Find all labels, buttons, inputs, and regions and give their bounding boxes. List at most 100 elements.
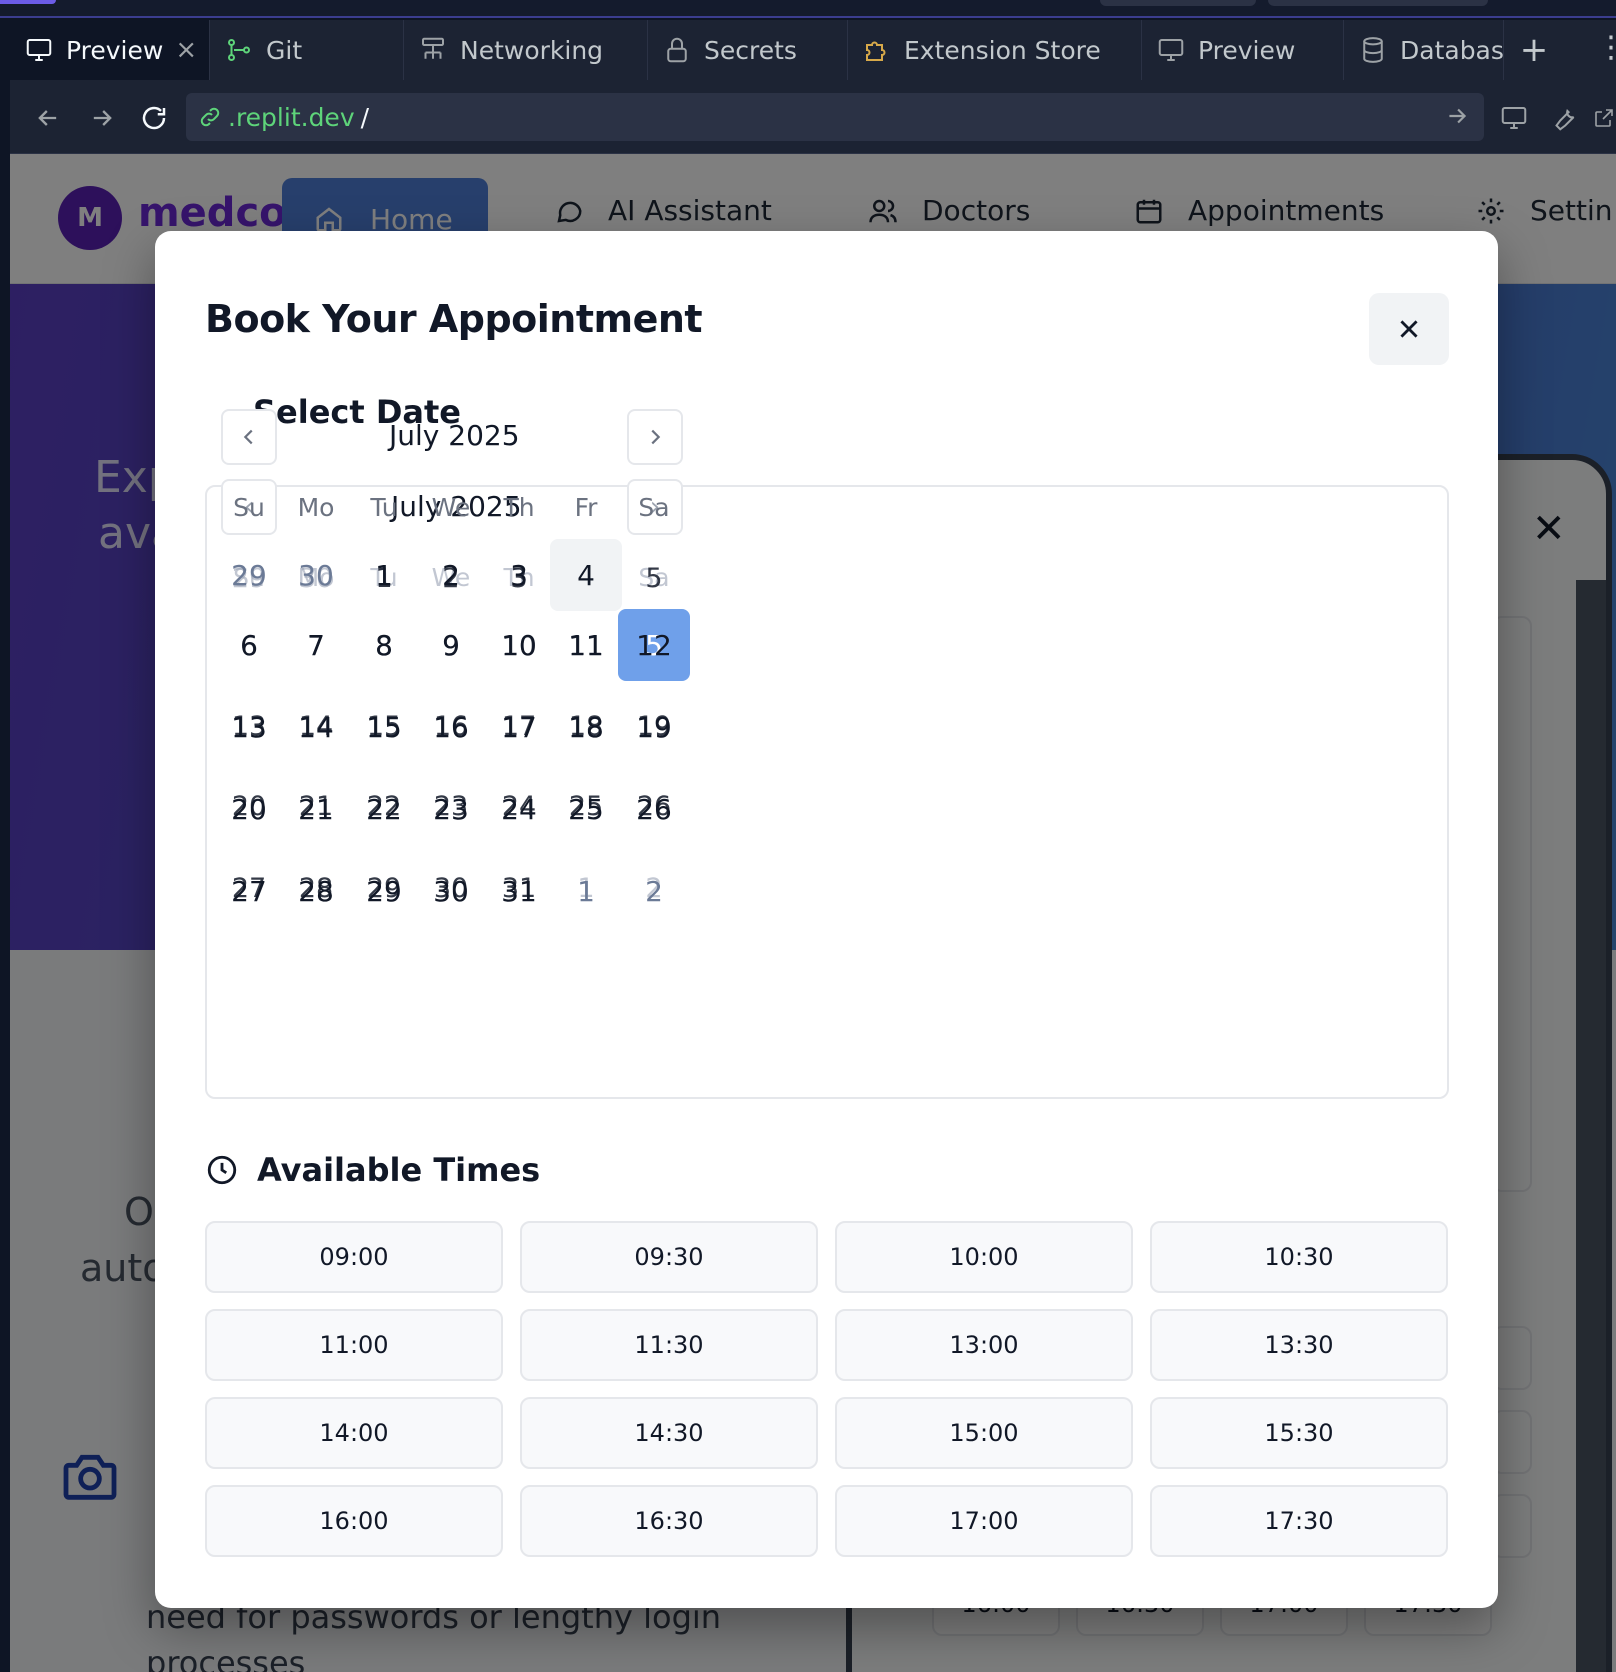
close-button[interactable] xyxy=(1369,293,1449,365)
calendar-day[interactable]: 15 xyxy=(348,691,420,763)
weekday-label: We xyxy=(431,493,471,522)
monitor-icon xyxy=(26,39,52,61)
time-slot-button[interactable]: 09:00 xyxy=(205,1221,503,1293)
calendar-day[interactable]: 23 xyxy=(415,773,487,845)
modal-title: Book Your Appointment xyxy=(205,297,703,341)
more-menu-icon[interactable]: ⋮ xyxy=(1596,30,1616,70)
calendar-day-ghost: 5 xyxy=(645,563,663,594)
time-slot-button[interactable]: 13:00 xyxy=(835,1309,1133,1381)
times-heading-label: Available Times xyxy=(257,1151,541,1189)
calendar-day[interactable]: 24 xyxy=(483,773,555,845)
close-icon xyxy=(1400,320,1418,338)
prev-month-button[interactable] xyxy=(221,409,277,465)
wrench-icon xyxy=(1555,108,1575,131)
calendar-day[interactable]: 17 xyxy=(483,691,555,763)
tab-database[interactable]: Database xyxy=(1344,20,1504,80)
clock-icon xyxy=(207,1155,237,1185)
calendar-day[interactable]: 2 xyxy=(618,855,690,927)
next-month-button[interactable] xyxy=(627,409,683,465)
calendar-day[interactable]: 1 xyxy=(348,539,420,611)
calendar-day[interactable]: 8 xyxy=(348,609,420,681)
calendar-day[interactable]: 9 xyxy=(415,609,487,681)
time-slot-button[interactable]: 14:30 xyxy=(520,1397,818,1469)
lock-icon xyxy=(667,37,687,63)
calendar-day[interactable]: 30 xyxy=(280,539,352,611)
time-slot-button[interactable]: 10:00 xyxy=(835,1221,1133,1293)
calendar-day[interactable]: 11 xyxy=(550,609,622,681)
time-slot-button[interactable]: 16:30 xyxy=(520,1485,818,1557)
add-tab-button[interactable]: + xyxy=(1516,30,1552,70)
tab-label: Networking xyxy=(460,35,604,65)
time-slot-button[interactable]: 14:00 xyxy=(205,1397,503,1469)
time-slot-button[interactable]: 11:00 xyxy=(205,1309,503,1381)
time-slot-button[interactable]: 15:30 xyxy=(1150,1397,1448,1469)
window-top-strip xyxy=(0,0,1616,18)
calendar-day[interactable]: 28 xyxy=(280,855,352,927)
weekday-label: Fr xyxy=(574,493,598,522)
calendar-day[interactable]: 3 xyxy=(483,539,555,611)
time-slot-button[interactable]: 17:00 xyxy=(835,1485,1133,1557)
top-pill xyxy=(1268,0,1488,6)
tab-preview[interactable]: Preview × xyxy=(10,20,210,80)
calendar-day[interactable]: 4 xyxy=(550,539,622,611)
tab-label: Git xyxy=(266,35,303,65)
tab-secrets[interactable]: Secrets xyxy=(648,20,848,80)
calendar-day[interactable]: 25 xyxy=(550,773,622,845)
time-slot-button[interactable]: 17:30 xyxy=(1150,1485,1448,1557)
go-arrow-icon[interactable] xyxy=(1444,103,1470,129)
url-host: .replit.dev xyxy=(228,102,355,132)
calendar-day[interactable]: 21 xyxy=(280,773,352,845)
calendar-day[interactable]: 18 xyxy=(550,691,622,763)
calendar-day[interactable]: 16 xyxy=(415,691,487,763)
calendar-day[interactable]: 12 xyxy=(618,609,690,681)
calendar-day[interactable]: 13 xyxy=(213,691,285,763)
calendar-day[interactable]: 19 xyxy=(618,691,690,763)
calendar-day[interactable]: 29 xyxy=(348,855,420,927)
calendar-day[interactable]: 20 xyxy=(213,773,285,845)
time-slot-button[interactable]: 16:00 xyxy=(205,1485,503,1557)
time-slot-button[interactable]: 15:00 xyxy=(835,1397,1133,1469)
forward-button[interactable] xyxy=(82,98,122,138)
calendar-day[interactable]: 29 xyxy=(213,539,285,611)
calendar-day[interactable]: 22 xyxy=(348,773,420,845)
accent-bar xyxy=(0,0,56,4)
tab-label: Preview xyxy=(1198,35,1296,65)
tab-label: Extension Store xyxy=(904,35,1101,65)
open-new-window-button[interactable] xyxy=(1592,98,1616,138)
url-input[interactable]: .replit.dev / xyxy=(186,93,1484,141)
calendar-day[interactable]: 27 xyxy=(213,855,285,927)
tab-label: Database xyxy=(1400,35,1504,65)
calendar-day[interactable]: 2 xyxy=(415,539,487,611)
weekday-label: Su xyxy=(233,493,265,522)
arrow-left-icon xyxy=(38,110,57,126)
calendar-day[interactable]: 10 xyxy=(483,609,555,681)
devtools-button[interactable] xyxy=(1544,98,1584,138)
calendar-day[interactable]: 6 xyxy=(213,609,285,681)
calendar-day[interactable]: 31 xyxy=(483,855,555,927)
back-button[interactable] xyxy=(28,98,68,138)
monitor-icon xyxy=(1158,39,1184,61)
reload-button[interactable] xyxy=(134,98,174,138)
calendar-day[interactable]: 14 xyxy=(280,691,352,763)
monitor-icon xyxy=(1501,107,1527,129)
calendar-month-label: July 2025 xyxy=(389,419,520,452)
devices-button[interactable] xyxy=(1494,98,1534,138)
tab-git[interactable]: Git xyxy=(210,20,404,80)
tab-close-icon[interactable]: × xyxy=(175,35,197,65)
weekday-label: Tu xyxy=(370,493,398,522)
calendar-day[interactable]: 1 xyxy=(550,855,622,927)
calendar-day[interactable]: 26 xyxy=(618,773,690,845)
weekday-label: Th xyxy=(503,493,535,522)
weekday-label: Sa xyxy=(638,493,670,522)
calendar-day[interactable]: 7 xyxy=(280,609,352,681)
tab-networking[interactable]: Networking xyxy=(404,20,648,80)
tab-preview-2[interactable]: Preview xyxy=(1142,20,1344,80)
top-pill xyxy=(1100,0,1256,6)
tab-extension-store[interactable]: Extension Store xyxy=(848,20,1142,80)
calendar-day[interactable]: 30 xyxy=(415,855,487,927)
time-slot-button[interactable]: 09:30 xyxy=(520,1221,818,1293)
chevron-left-icon xyxy=(243,429,253,445)
time-slot-button[interactable]: 10:30 xyxy=(1150,1221,1448,1293)
time-slot-button[interactable]: 11:30 xyxy=(520,1309,818,1381)
time-slot-button[interactable]: 13:30 xyxy=(1150,1309,1448,1381)
